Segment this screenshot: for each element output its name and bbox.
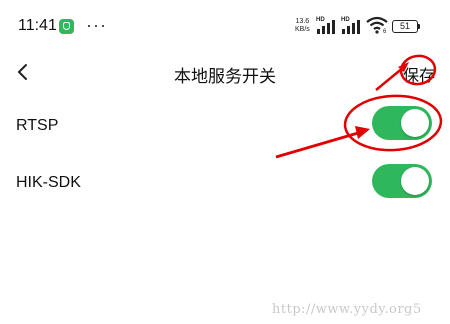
rtsp-arrowhead <box>355 126 370 139</box>
status-bar: 11:41 ··· 13.6 KB/s HD HD 6 51 <box>0 0 450 48</box>
network-speed-unit: KB/s <box>295 26 310 33</box>
setting-label-rtsp: RTSP <box>16 117 59 134</box>
hik-sdk-toggle-knob <box>401 167 429 195</box>
network-speed-value: 13.6 <box>295 18 310 25</box>
hik-sdk-toggle[interactable] <box>372 164 432 198</box>
cell-signal-icon-2 <box>342 20 360 34</box>
rtsp-toggle-knob <box>401 109 429 137</box>
network-speed: 13.6 KB/s <box>295 18 310 34</box>
save-button[interactable]: 保存 <box>403 62 435 86</box>
battery-tip <box>418 24 420 29</box>
rtsp-arrow-line <box>275 131 359 159</box>
setting-label-hik-sdk: HIK-SDK <box>16 174 81 191</box>
battery-icon: 51 <box>392 20 418 33</box>
wifi-standard-label: 6 <box>383 29 387 35</box>
page-title: 本地服务开关 <box>174 67 276 86</box>
rtsp-toggle[interactable] <box>372 106 432 140</box>
cell-signal-icon-1 <box>317 20 335 34</box>
watermark-text: http://www.yydy.org5 <box>272 302 422 317</box>
status-time: 11:41 <box>18 17 57 34</box>
app-notification-icon <box>59 19 74 34</box>
more-notifications-icon: ··· <box>86 15 107 35</box>
annotation-overlay <box>275 54 443 159</box>
